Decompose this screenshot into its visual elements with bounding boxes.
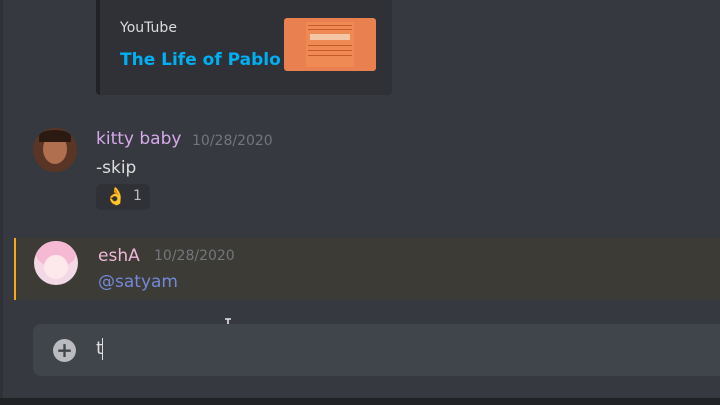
username[interactable]: kitty baby [96,129,181,149]
add-attachment-icon[interactable]: + [53,339,76,362]
timestamp: 10/28/2020 [154,248,235,264]
bottom-bar [0,398,720,405]
avatar-face [44,255,68,279]
text-caret [102,338,103,360]
message-kitty-baby: kitty baby 10/28/2020 -skip 👌 1 [0,120,720,220]
avatar[interactable] [34,241,78,285]
user-mention[interactable]: @satyam [98,272,178,292]
avatar[interactable] [33,128,77,172]
reaction-ok-hand[interactable]: 👌 1 [96,184,150,210]
album-cover-line [308,50,352,51]
album-cover-line [308,29,352,30]
album-cover-line [308,55,352,56]
embed-provider[interactable]: YouTube [120,20,177,36]
embed-title-link[interactable]: The Life of Pablo [120,50,281,70]
embed-thumbnail[interactable] [284,18,376,71]
album-cover-line [308,25,352,26]
message-content: -skip [96,158,137,178]
timestamp: 10/28/2020 [192,133,273,149]
reaction-count: 1 [133,188,142,204]
username[interactable]: eshA [98,246,140,266]
ok-hand-icon: 👌 [105,187,127,207]
avatar-hair [39,130,71,142]
youtube-embed: YouTube The Life of Pablo [96,0,392,95]
album-cover-line [308,45,352,46]
message-input[interactable]: + t [33,324,720,376]
album-cover-photo-strip [310,34,350,40]
message-esha-highlighted: eshA 10/28/2020 @satyam [14,238,720,300]
